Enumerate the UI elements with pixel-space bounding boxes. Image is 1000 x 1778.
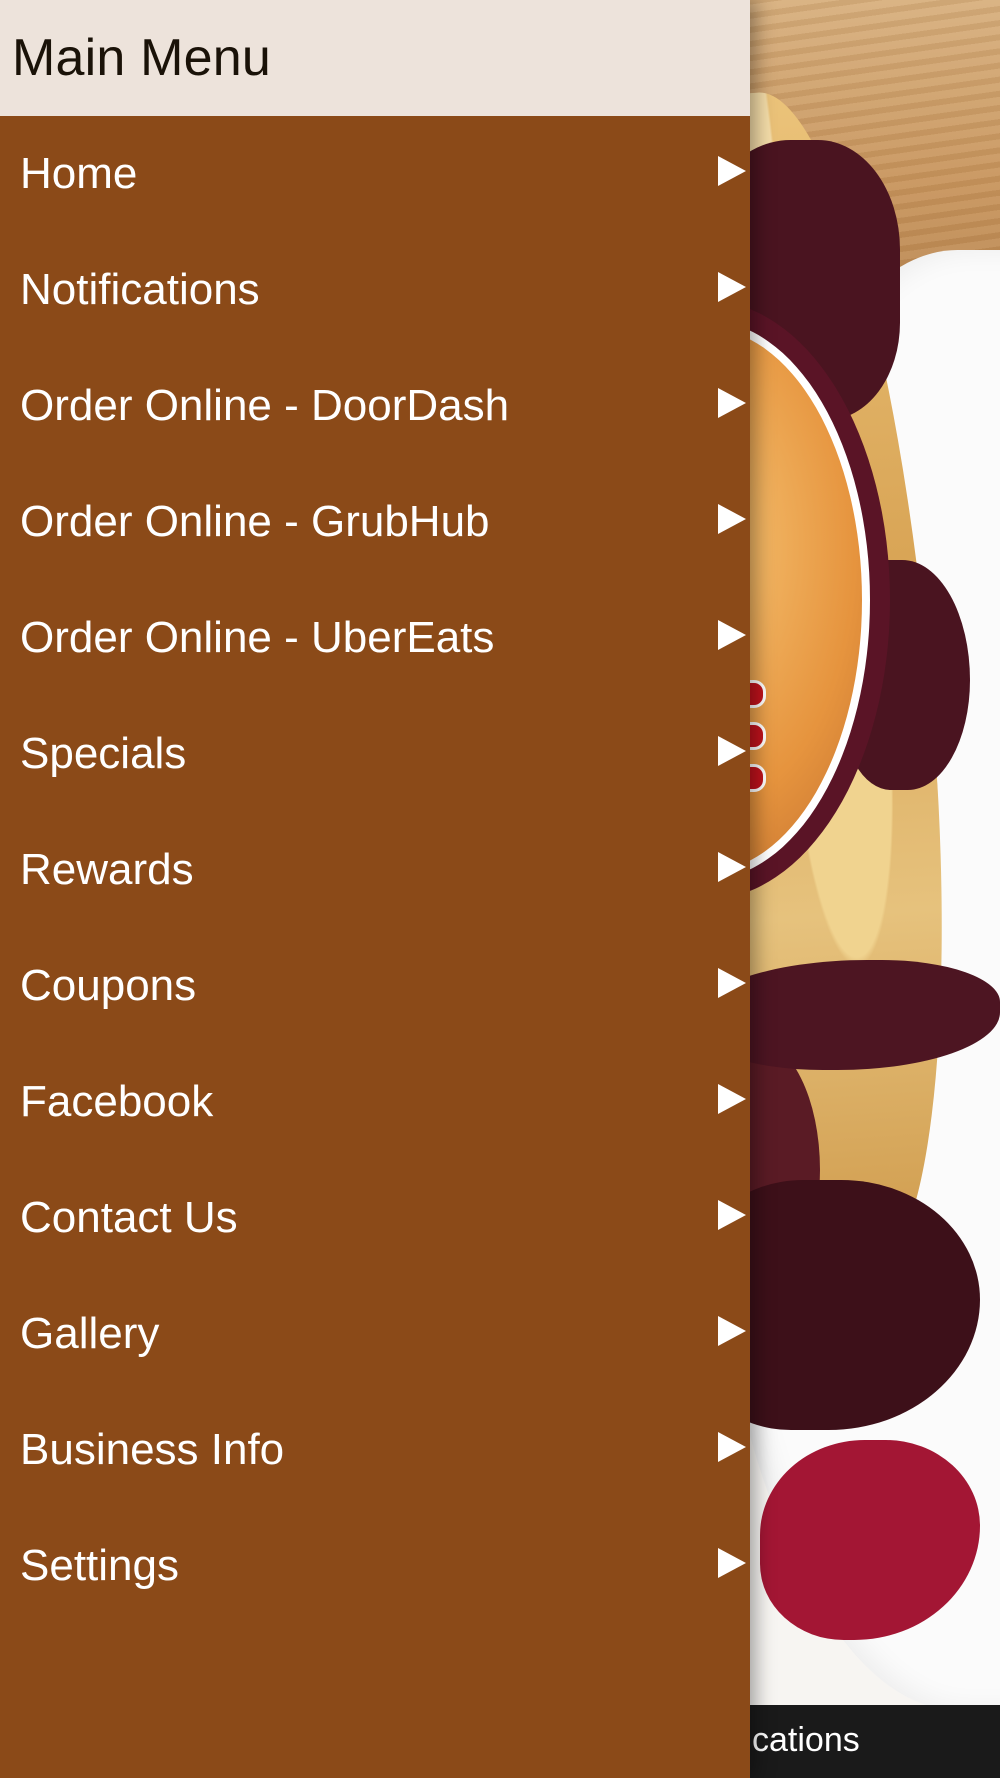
play-right-icon [718,1084,746,1114]
menu-item-order-grubhub[interactable]: Order Online - GrubHub [0,464,750,580]
play-right-icon [718,968,746,998]
play-right-icon [718,156,746,186]
menu-item-coupons[interactable]: Coupons [0,928,750,1044]
main-menu-drawer: Main Menu Home Notifications Order Onlin… [0,0,750,1778]
menu-item-label: Order Online - UberEats [20,613,495,662]
menu-item-label: Settings [20,1541,179,1590]
menu-item-label: Notifications [20,265,260,314]
menu-item-specials[interactable]: Specials [0,696,750,812]
menu-item-label: Rewards [20,845,194,894]
drawer-header: Main Menu [0,0,750,116]
menu-item-label: Contact Us [20,1193,238,1242]
menu-item-label: Business Info [20,1425,285,1474]
menu-item-business-info[interactable]: Business Info [0,1392,750,1508]
menu-list: Home Notifications Order Online - DoorDa… [0,116,750,1624]
menu-item-label: Coupons [20,961,197,1010]
menu-item-label: Specials [20,729,187,778]
play-right-icon [718,620,746,650]
play-right-icon [718,852,746,882]
play-right-icon [718,272,746,302]
play-right-icon [718,504,746,534]
menu-item-order-doordash[interactable]: Order Online - DoorDash [0,348,750,464]
menu-item-settings[interactable]: Settings [0,1508,750,1624]
menu-item-facebook[interactable]: Facebook [0,1044,750,1160]
menu-item-notifications[interactable]: Notifications [0,232,750,348]
play-right-icon [718,1548,746,1578]
play-right-icon [718,1316,746,1346]
menu-item-label: Gallery [20,1309,160,1358]
play-right-icon [718,736,746,766]
bottom-tab-notifications-label[interactable]: fications [735,1721,860,1760]
menu-item-label: Home [20,149,138,198]
menu-item-home[interactable]: Home [0,116,750,232]
menu-item-label: Facebook [20,1077,214,1126]
play-right-icon [718,1200,746,1230]
menu-item-rewards[interactable]: Rewards [0,812,750,928]
play-right-icon [718,388,746,418]
menu-item-label: Order Online - GrubHub [20,497,490,546]
menu-item-label: Order Online - DoorDash [20,381,510,430]
play-right-icon [718,1432,746,1462]
drawer-title: Main Menu [12,29,272,87]
menu-item-gallery[interactable]: Gallery [0,1276,750,1392]
menu-item-order-ubereats[interactable]: Order Online - UberEats [0,580,750,696]
menu-item-contact-us[interactable]: Contact Us [0,1160,750,1276]
